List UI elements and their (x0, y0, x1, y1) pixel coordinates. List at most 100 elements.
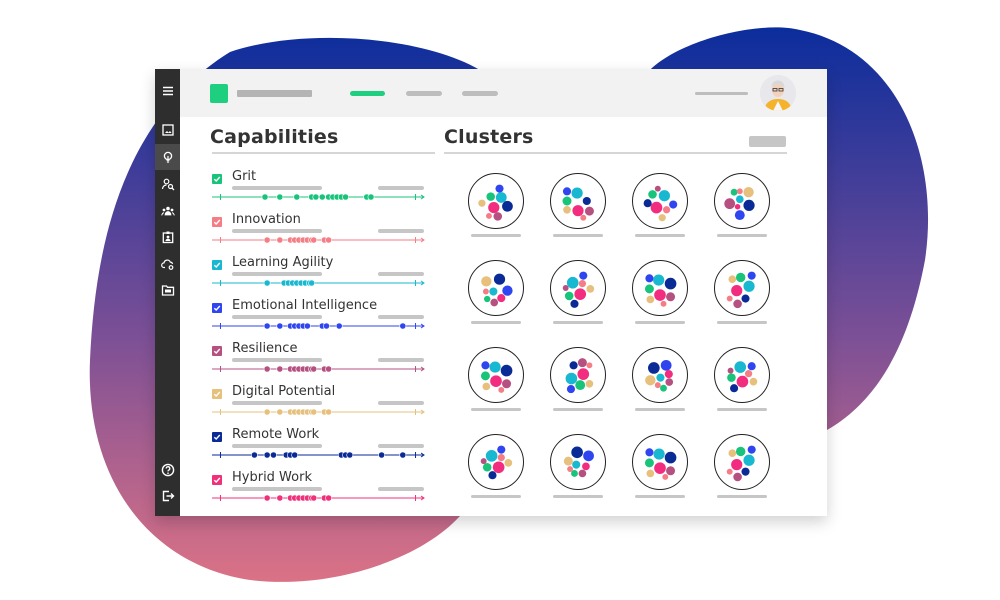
user-avatar[interactable] (760, 75, 796, 111)
capability-placeholder-bar (378, 401, 424, 405)
cluster-bubble-chart (632, 434, 688, 490)
cluster-card[interactable] (549, 346, 607, 416)
cluster-bubble (500, 364, 513, 377)
capability-row: Digital Potential (212, 384, 425, 426)
cluster-bubble (727, 367, 734, 374)
cluster-bubble (660, 300, 667, 307)
marketing-illustration: Capabilities Grit Innovation Learning Agil… (0, 0, 1000, 600)
nav-tab-2[interactable] (406, 91, 442, 96)
cloud-settings-icon[interactable] (155, 251, 180, 277)
track-point (276, 494, 284, 502)
track-point (312, 193, 320, 201)
cluster-bubble (574, 288, 587, 300)
cluster-outline (632, 260, 688, 316)
track-point (276, 322, 284, 330)
capability-distribution-track (212, 279, 425, 287)
cluster-bubble (562, 196, 572, 206)
capability-checkbox[interactable] (212, 260, 222, 270)
cluster-card[interactable] (631, 259, 689, 329)
app-logo[interactable] (210, 84, 228, 103)
capability-label: Remote Work (232, 427, 320, 442)
lightbulb-icon[interactable] (155, 144, 180, 170)
cluster-card[interactable] (713, 259, 771, 329)
cluster-outline (714, 434, 770, 490)
cluster-bubble (571, 187, 583, 199)
cluster-card[interactable] (549, 433, 607, 503)
cluster-card[interactable] (467, 259, 525, 329)
user-search-icon[interactable] (155, 171, 180, 197)
track-point (310, 494, 318, 502)
capability-placeholder-bar (232, 358, 322, 362)
id-badge-icon[interactable] (155, 224, 180, 250)
track-point (276, 365, 284, 373)
sidebar (155, 69, 180, 516)
check-icon (213, 176, 221, 183)
cluster-caption-placeholder (471, 321, 521, 324)
cluster-bubble (489, 287, 498, 296)
nav-tab-1[interactable] (350, 91, 385, 96)
cluster-bubble (564, 291, 574, 301)
cluster-bubble (650, 201, 663, 214)
cluster-card[interactable] (631, 346, 689, 416)
clusters-title: Clusters (444, 126, 534, 148)
clusters-action-button[interactable] (749, 136, 786, 147)
track-point (325, 236, 332, 244)
track-point (293, 193, 301, 201)
cluster-caption-placeholder (635, 495, 685, 498)
capability-placeholder-bar (378, 487, 424, 491)
team-icon[interactable] (155, 198, 180, 224)
cluster-bubble (582, 462, 590, 471)
menu-icon[interactable] (155, 78, 180, 104)
cluster-bubble (493, 273, 506, 285)
cluster-bubble (735, 446, 746, 457)
cluster-bubble (648, 190, 657, 199)
cluster-card[interactable] (467, 346, 525, 416)
cluster-bubble (658, 214, 666, 222)
cluster-caption-placeholder (717, 321, 767, 324)
nav-tab-3[interactable] (462, 91, 498, 96)
folder-card-icon[interactable] (155, 277, 180, 303)
capability-checkbox[interactable] (212, 217, 222, 227)
cluster-bubble-chart (550, 347, 606, 403)
capability-label: Grit (232, 169, 257, 184)
cluster-bubble (653, 448, 665, 460)
cluster-card[interactable] (549, 259, 607, 329)
capability-placeholder-bar (378, 186, 424, 190)
capability-checkbox[interactable] (212, 432, 222, 442)
cluster-bubble (735, 272, 746, 283)
cluster-outline (550, 260, 606, 316)
cluster-bubble (654, 185, 661, 192)
capability-checkbox[interactable] (212, 389, 222, 399)
track-point (291, 451, 299, 459)
capability-checkbox[interactable] (212, 303, 222, 313)
cluster-bubble (736, 188, 743, 195)
cluster-bubble (747, 445, 756, 454)
cluster-caption-placeholder (635, 321, 685, 324)
logout-icon[interactable] (155, 483, 180, 509)
capability-checkbox[interactable] (212, 174, 222, 184)
cluster-card[interactable] (549, 172, 607, 242)
cluster-bubble (489, 361, 501, 373)
cluster-card[interactable] (631, 433, 689, 503)
capability-checkbox[interactable] (212, 346, 222, 356)
cluster-card[interactable] (713, 433, 771, 503)
cluster-bubble (644, 458, 654, 468)
track-point (310, 365, 318, 373)
track-point (346, 451, 354, 459)
cluster-card[interactable] (467, 172, 525, 242)
cluster-bubble (571, 446, 583, 459)
capability-checkbox[interactable] (212, 475, 222, 485)
help-icon[interactable] (155, 457, 180, 483)
cluster-card[interactable] (713, 172, 771, 242)
cluster-bubble (478, 199, 486, 207)
cluster-caption-placeholder (553, 408, 603, 411)
image-icon[interactable] (155, 117, 180, 143)
track-point (261, 193, 269, 201)
cluster-card[interactable] (713, 346, 771, 416)
cluster-card[interactable] (467, 433, 525, 503)
cluster-bubble (482, 382, 491, 391)
cluster-card[interactable] (631, 172, 689, 242)
cluster-bubble (486, 213, 492, 219)
capability-distribution-track (212, 365, 425, 373)
cluster-bubble (562, 187, 572, 196)
